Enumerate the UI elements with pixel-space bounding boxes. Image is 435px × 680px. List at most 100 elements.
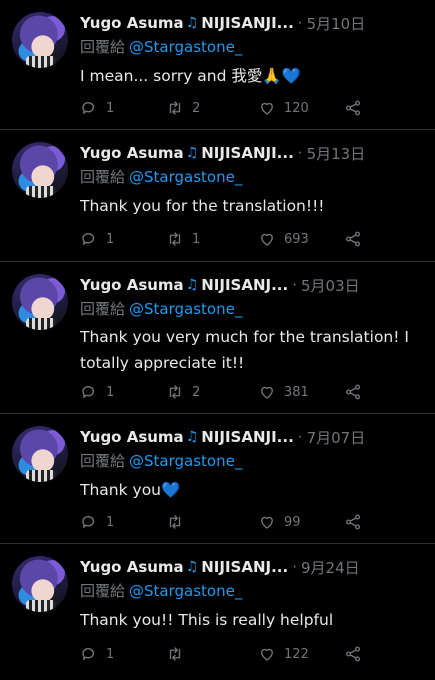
retweet-button[interactable]: 1 — [166, 230, 200, 248]
mention-link[interactable]: @Stargastone_ — [129, 452, 242, 470]
reply-icon — [82, 233, 95, 245]
reply-button[interactable]: 1 — [80, 230, 114, 248]
heart-icon — [261, 102, 273, 115]
tweet[interactable]: Yugo Asuma ♫ NIJISANJ... · 9月24日 回覆給 @Sta… — [0, 544, 435, 680]
mention-link[interactable]: @Stargastone_ — [129, 38, 242, 56]
like-button[interactable]: 693 — [258, 230, 309, 248]
reply-context: 回覆給 @Stargastone_ — [80, 450, 242, 471]
share-button[interactable] — [344, 645, 362, 663]
username[interactable]: NIJISANJ... — [201, 276, 288, 294]
username[interactable]: NIJISANJ... — [201, 558, 288, 576]
tweet-text: I mean... sorry and 我愛🙏💙 — [80, 67, 301, 85]
reply-prefix: 回覆給 — [80, 38, 126, 56]
reply-count: 1 — [106, 231, 115, 247]
display-name[interactable]: Yugo Asuma — [80, 14, 184, 32]
reply-button[interactable]: 1 — [80, 383, 114, 401]
tweet-date[interactable]: 5月10日 — [307, 13, 366, 34]
tweet-feed: Yugo Asuma ♫ NIJISANJI... · 5月10日 回覆給 @St… — [0, 0, 435, 680]
avatar[interactable] — [12, 142, 68, 198]
tweet[interactable]: Yugo Asuma ♫ NIJISANJI... · 5月13日 回覆給 @St… — [0, 130, 435, 262]
heart-icon — [261, 516, 273, 529]
heart-icon — [261, 233, 273, 246]
tweet-date[interactable]: 5月13日 — [307, 143, 366, 164]
username[interactable]: NIJISANJI... — [201, 14, 294, 32]
share-icon — [345, 384, 361, 400]
tweet-actions: 1 1 693 — [80, 229, 435, 249]
tweet-date[interactable]: 5月03日 — [301, 275, 360, 296]
separator-dot: · — [297, 144, 303, 162]
tweet-header: Yugo Asuma ♫ NIJISANJI... · 5月10日 — [80, 12, 427, 34]
retweet-button[interactable] — [166, 513, 192, 531]
music-note-icon: ♫ — [185, 15, 199, 31]
tweet[interactable]: Yugo Asuma ♫ NIJISANJI... · 7月07日 回覆給 @St… — [0, 414, 435, 544]
tweet-text: Thank you very much for the translation!… — [80, 328, 409, 372]
tweet-actions: 1 99 — [80, 512, 435, 532]
display-name[interactable]: Yugo Asuma — [80, 144, 184, 162]
tweet[interactable]: Yugo Asuma ♫ NIJISANJI... · 5月10日 回覆給 @St… — [0, 0, 435, 130]
reply-prefix: 回覆給 — [80, 452, 126, 470]
like-count: 693 — [284, 231, 309, 247]
separator-dot: · — [297, 428, 303, 446]
reply-count: 1 — [106, 646, 115, 662]
reply-prefix: 回覆給 — [80, 168, 126, 186]
display-name[interactable]: Yugo Asuma — [80, 558, 184, 576]
retweet-button[interactable]: 2 — [166, 99, 200, 117]
tweet-text: Thank you!! This is really helpful — [80, 611, 334, 629]
share-button[interactable] — [344, 230, 362, 248]
retweet-count: 1 — [192, 231, 201, 247]
avatar[interactable] — [12, 12, 68, 68]
reply-icon — [82, 386, 95, 398]
tweet[interactable]: Yugo Asuma ♫ NIJISANJ... · 5月03日 回覆給 @Sta… — [0, 262, 435, 414]
share-button[interactable] — [344, 383, 362, 401]
reply-button[interactable]: 1 — [80, 513, 114, 531]
display-name[interactable]: Yugo Asuma — [80, 276, 184, 294]
share-button[interactable] — [344, 513, 362, 531]
retweet-button[interactable] — [166, 645, 192, 663]
retweet-icon — [169, 385, 181, 399]
retweet-icon — [169, 647, 181, 661]
reply-icon — [82, 102, 95, 114]
tweet-date[interactable]: 9月24日 — [301, 557, 360, 578]
reply-icon — [82, 516, 95, 528]
share-button[interactable] — [344, 99, 362, 117]
retweet-icon — [169, 515, 181, 529]
share-icon — [345, 231, 361, 247]
tweet-text: Thank you💙 — [80, 481, 181, 499]
like-count: 99 — [284, 514, 301, 530]
avatar[interactable] — [12, 274, 68, 330]
reply-count: 1 — [106, 100, 115, 116]
display-name[interactable]: Yugo Asuma — [80, 428, 184, 446]
reply-context: 回覆給 @Stargastone_ — [80, 580, 242, 601]
share-icon — [345, 646, 361, 662]
tweet-date[interactable]: 7月07日 — [307, 427, 366, 448]
like-button[interactable]: 122 — [258, 645, 309, 663]
avatar[interactable] — [12, 556, 68, 612]
reply-context: 回覆給 @Stargastone_ — [80, 166, 242, 187]
retweet-button[interactable]: 2 — [166, 383, 200, 401]
username[interactable]: NIJISANJI... — [201, 428, 294, 446]
separator-dot: · — [297, 14, 303, 32]
retweet-icon — [169, 101, 181, 115]
share-icon — [345, 514, 361, 530]
mention-link[interactable]: @Stargastone_ — [129, 168, 242, 186]
music-note-icon: ♫ — [185, 277, 199, 293]
reply-context: 回覆給 @Stargastone_ — [80, 298, 242, 319]
like-button[interactable]: 120 — [258, 99, 309, 117]
reply-count: 1 — [106, 514, 115, 530]
mention-link[interactable]: @Stargastone_ — [129, 582, 242, 600]
like-button[interactable]: 99 — [258, 513, 301, 531]
retweet-icon — [169, 232, 181, 246]
tweet-header: Yugo Asuma ♫ NIJISANJI... · 5月13日 — [80, 142, 427, 164]
tweet-header: Yugo Asuma ♫ NIJISANJI... · 7月07日 — [80, 426, 427, 448]
reply-button[interactable]: 1 — [80, 99, 114, 117]
mention-link[interactable]: @Stargastone_ — [129, 300, 242, 318]
tweet-text: Thank you for the translation!!! — [80, 197, 325, 215]
tweet-actions: 1 2 381 — [80, 382, 435, 402]
reply-icon — [82, 648, 95, 660]
like-button[interactable]: 381 — [258, 383, 309, 401]
separator-dot: · — [292, 558, 297, 576]
reply-button[interactable]: 1 — [80, 645, 114, 663]
avatar[interactable] — [12, 426, 68, 482]
tweet-header: Yugo Asuma ♫ NIJISANJ... · 9月24日 — [80, 556, 427, 578]
username[interactable]: NIJISANJI... — [201, 144, 294, 162]
